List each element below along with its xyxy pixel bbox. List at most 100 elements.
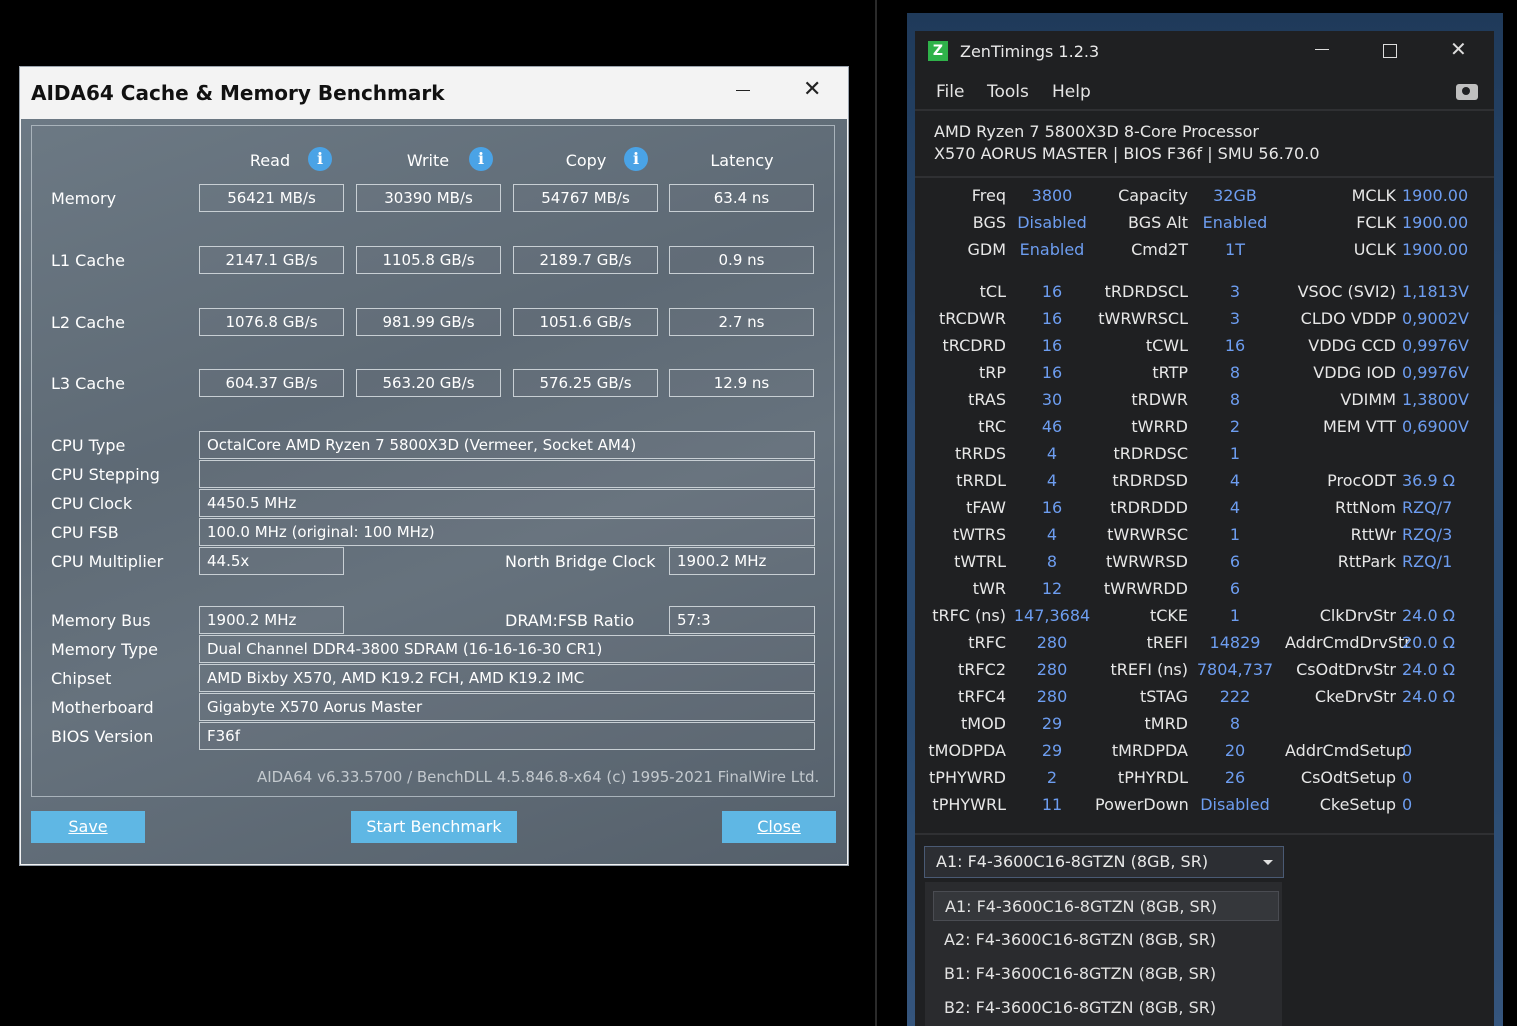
start-benchmark-button[interactable]: Start Benchmark [351,811,517,843]
timing-label: tRDRDDD [1110,498,1188,517]
value-write: 1105.8 GB/s [356,246,501,274]
timing-label: RttWr [1350,525,1396,544]
save-button[interactable]: Save [31,811,145,843]
timing-value: 30 [1041,390,1063,409]
menu-file[interactable]: File [936,82,964,102]
value-latency: 63.4 ns [669,184,814,212]
aida64-window: AIDA64 Cache & Memory Benchmark ✕ Read i… [19,66,849,866]
timing-value: 20 [1224,741,1246,760]
timing-label: tRAS [968,390,1006,409]
timing-value: 29 [1041,714,1063,733]
chipset-value: AMD Bixby X570, AMD K19.2 FCH, AMD K19.2… [199,664,815,692]
timing-value: 16 [1041,309,1063,328]
timing-label: ProcODT [1327,471,1396,490]
window-title: AIDA64 Cache & Memory Benchmark [31,81,445,105]
info-icon[interactable]: i [624,147,648,171]
timing-value: 4 [1046,444,1058,463]
timing-label: tRFC2 [958,660,1006,679]
value-read: 1076.8 GB/s [199,308,344,336]
aida64-titlebar: AIDA64 Cache & Memory Benchmark ✕ [20,67,848,119]
info-label: Memory Bus [51,611,151,630]
timing-value: 0,9976V [1402,336,1469,355]
dimm-selected-value: A1: F4-3600C16-8GTZN (8GB, SR) [936,852,1209,871]
timing-value: 4 [1046,471,1058,490]
dimm-select[interactable]: A1: F4-3600C16-8GTZN (8GB, SR) [924,846,1284,878]
dimm-option[interactable]: A2: F4-3600C16-8GTZN (8GB, SR) [933,925,1279,955]
timing-label: RttNom [1334,498,1396,517]
timing-value: 3 [1229,309,1241,328]
timing-label: tPHYWRD [929,768,1006,787]
minimize-icon [1315,49,1329,50]
timing-label: tCL [979,282,1006,301]
timing-value: 1900.00 [1402,240,1469,259]
timing-value: 1,1813V [1402,282,1469,301]
timing-value: 16 [1041,336,1063,355]
timing-label: tREFI (ns) [1110,660,1188,679]
timing-value: 1900.00 [1402,213,1469,232]
timing-label: tRFC [968,633,1006,652]
value-copy: 1051.6 GB/s [513,308,658,336]
motherboard-value: Gigabyte X570 Aorus Master [199,693,815,721]
timing-label: tRC [978,417,1006,436]
dimm-option[interactable]: A1: F4-3600C16-8GTZN (8GB, SR) [933,891,1279,921]
dimm-dropdown: A1: F4-3600C16-8GTZN (8GB, SR) A2: F4-36… [925,882,1282,1026]
value-write: 563.20 GB/s [356,369,501,397]
info-icon[interactable]: i [308,147,332,171]
info-icon[interactable]: i [469,147,493,171]
timing-label: BGS Alt [1128,213,1188,232]
window-title: ZenTimings 1.2.3 [960,42,1100,61]
screenshot-camera-icon[interactable] [1456,84,1478,100]
dram-ratio-value: 57:3 [669,606,815,634]
timing-label: tREFI [1146,633,1188,652]
dimm-option[interactable]: B1: F4-3600C16-8GTZN (8GB, SR) [933,959,1279,989]
timing-label: tRFC4 [958,687,1006,706]
timing-value: 0,9002V [1402,309,1469,328]
timing-label: ClkDrvStr [1319,606,1396,625]
timing-label: tWRWRDD [1103,579,1188,598]
minimize-button[interactable] [1315,39,1329,59]
maximize-button[interactable] [1383,44,1397,58]
timing-label: RttPark [1337,552,1396,571]
close-icon[interactable]: ✕ [1450,37,1467,61]
menu-tools[interactable]: Tools [987,82,1029,102]
timing-label: GDM [967,240,1006,259]
menu-help[interactable]: Help [1052,82,1091,102]
info-label: CPU Multiplier [51,552,164,571]
timing-value: 20.0 Ω [1402,633,1455,652]
timing-value: 3800 [1031,186,1073,205]
timing-value: 280 [1036,660,1068,679]
close-icon[interactable]: ✕ [803,77,821,102]
app-logo-icon: Z [928,41,948,61]
timing-label: tRCDWR [938,309,1006,328]
memory-type-value: Dual Channel DDR4-3800 SDRAM (16-16-16-3… [199,635,815,663]
timing-value: 6 [1229,579,1241,598]
divider [915,176,1494,178]
timing-label: tFAW [966,498,1006,517]
timing-value: 1T [1225,240,1245,259]
timing-label: tPHYWRL [932,795,1006,814]
info-label: Chipset [51,669,112,688]
timing-label: BGS [972,213,1006,232]
timing-value: 8 [1229,714,1241,733]
timing-label: MEM VTT [1322,417,1396,436]
timing-value: RZQ/1 [1402,552,1453,571]
timing-label: FCLK [1356,213,1396,232]
value-latency: 0.9 ns [669,246,814,274]
value-latency: 12.9 ns [669,369,814,397]
timing-label: AddrCmdSetup [1285,741,1407,760]
timing-label: Freq [971,186,1006,205]
header-read: Read [249,151,291,170]
minimize-button[interactable] [734,75,754,105]
timing-value: 29 [1041,741,1063,760]
timing-label: tRDRDSD [1112,471,1188,490]
value-read: 604.37 GB/s [199,369,344,397]
timing-label: tRP [978,363,1006,382]
value-copy: 2189.7 GB/s [513,246,658,274]
dimm-option[interactable]: B2: F4-3600C16-8GTZN (8GB, SR) [933,993,1279,1023]
timing-value: 26 [1224,768,1246,787]
chevron-down-icon [1263,860,1273,865]
value-write: 981.99 GB/s [356,308,501,336]
timing-value: 16 [1224,336,1246,355]
close-button[interactable]: Close [722,811,836,843]
nb-clock-value: 1900.2 MHz [669,547,815,575]
